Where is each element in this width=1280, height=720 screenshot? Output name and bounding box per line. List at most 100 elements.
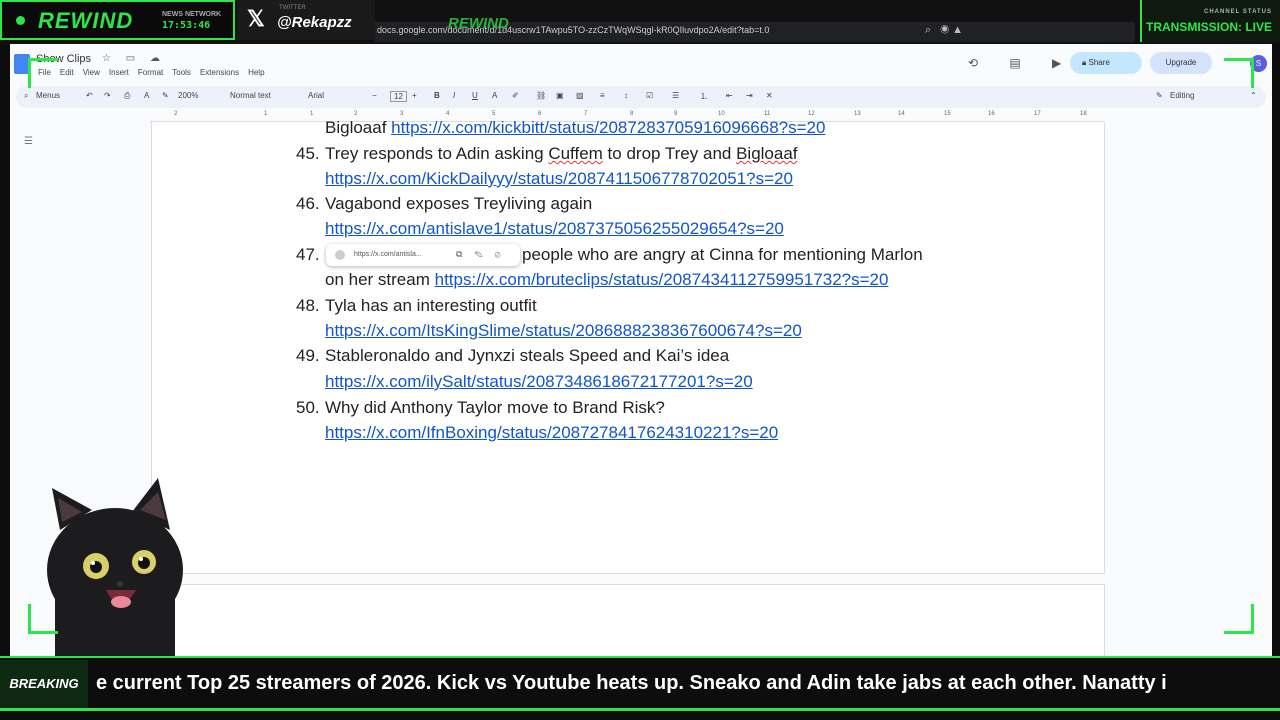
favicon-icon bbox=[335, 250, 345, 260]
clip-link[interactable]: https://x.com/ItsKingSlime/status/208688… bbox=[325, 321, 802, 341]
list-number: 45. bbox=[296, 144, 320, 163]
clock: 17:53:46 bbox=[162, 20, 211, 31]
search-icon[interactable]: ⌕ bbox=[24, 91, 28, 101]
decrease-size-icon[interactable]: − bbox=[372, 91, 377, 100]
list-item: people who are angry at Cinna for mentio… bbox=[522, 245, 923, 264]
twitter-handle: @Rekapzz bbox=[277, 14, 352, 31]
clip-link[interactable]: https://x.com/antislave1/status/20873750… bbox=[325, 219, 784, 239]
menu-insert[interactable]: Insert bbox=[109, 68, 129, 77]
menu-extensions[interactable]: Extensions bbox=[200, 68, 239, 77]
ruler-tick: 13 bbox=[854, 111, 861, 117]
image-icon[interactable]: ▨ bbox=[576, 91, 584, 100]
spellcheck-icon[interactable]: A bbox=[144, 91, 149, 100]
browser-extension-icons[interactable]: ⌕ ◉ ▲ bbox=[925, 24, 963, 37]
unlink-icon[interactable]: ⊘ bbox=[495, 249, 513, 259]
stream-frame: Show Clips ☆ ▭ ☁ File Edit View Insert F… bbox=[0, 0, 1280, 720]
cat-avatar bbox=[47, 478, 183, 660]
indent-decrease-icon[interactable]: ⇤ bbox=[726, 91, 733, 100]
undo-icon[interactable]: ↶ bbox=[86, 91, 93, 100]
font-select[interactable]: Arial bbox=[308, 91, 324, 100]
share-button[interactable]: 🔒︎ Share bbox=[1070, 52, 1142, 74]
link-popup-url[interactable]: https://x.com/antisla... bbox=[354, 251, 422, 258]
edit-link-icon[interactable]: ✎ bbox=[474, 249, 494, 259]
ruler-tick: 17 bbox=[1034, 111, 1041, 117]
menu-view[interactable]: View bbox=[83, 68, 100, 77]
font-size-input[interactable]: 12 bbox=[390, 91, 407, 102]
print-icon[interactable]: ⎙ bbox=[124, 91, 130, 101]
menu-help[interactable]: Help bbox=[248, 68, 264, 77]
clear-format-icon[interactable]: ✕ bbox=[766, 91, 773, 100]
docs-menu-bar: File Edit View Insert Format Tools Exten… bbox=[38, 68, 265, 77]
list-item: Stableronaldo and Jynxzi steals Speed an… bbox=[325, 346, 730, 365]
list-item: Vagabond exposes Treyliving again bbox=[325, 194, 593, 213]
clip-link[interactable]: https://x.com/kickbitt/status/2087283705… bbox=[391, 118, 825, 137]
ticker-underline bbox=[0, 708, 1280, 711]
history-icon[interactable]: ⟲ ▤ ▶ bbox=[968, 56, 1075, 70]
document-page-next[interactable] bbox=[151, 584, 1105, 664]
highlight-icon[interactable]: ✐ bbox=[512, 91, 519, 100]
brand-logo: REWIND bbox=[38, 8, 134, 33]
menus-label[interactable]: Menus bbox=[36, 91, 60, 100]
zoom-select[interactable]: 200% bbox=[178, 91, 198, 100]
ruler-tick: 6 bbox=[538, 111, 542, 117]
bullet-list-icon[interactable]: ☰ bbox=[672, 91, 679, 100]
copy-link-icon[interactable]: ⧉ bbox=[456, 249, 474, 259]
ruler-tick: 11 bbox=[764, 111, 771, 117]
ruler-tick: 18 bbox=[1080, 111, 1087, 117]
ruler-tick: 4 bbox=[446, 111, 450, 117]
bold-icon[interactable]: B bbox=[434, 91, 440, 100]
list-number: 48. bbox=[296, 296, 320, 315]
channel-status-label: CHANNEL STATUS bbox=[1204, 9, 1272, 15]
ruler-tick: 5 bbox=[492, 111, 496, 117]
frame-corner bbox=[1224, 58, 1254, 88]
clip-link[interactable]: https://x.com/IfnBoxing/status/208727841… bbox=[325, 423, 778, 443]
underline-icon[interactable]: U bbox=[472, 91, 478, 100]
line-spacing-icon[interactable]: ↕ bbox=[624, 91, 628, 100]
clip-link[interactable]: https://x.com/bruteclips/status/20874341… bbox=[435, 270, 889, 289]
ruler-tick: 8 bbox=[630, 111, 634, 117]
frame-corner bbox=[28, 604, 58, 634]
docs-toolbar: ⌕ Menus ↶ ↷ ⎙ A ✎ 200% Normal text Arial… bbox=[16, 86, 1266, 108]
collapse-icon[interactable]: ⌃ bbox=[1250, 91, 1257, 100]
list-item: Trey responds to Adin asking Cuffem to d… bbox=[325, 144, 798, 163]
checklist-icon[interactable]: ☑ bbox=[646, 91, 653, 100]
mode-select[interactable]: Editing bbox=[1170, 91, 1194, 100]
clip-link[interactable]: https://x.com/ilySalt/status/20873486186… bbox=[325, 372, 753, 392]
italic-icon[interactable]: I bbox=[453, 91, 455, 100]
upgrade-button[interactable]: Upgrade bbox=[1150, 52, 1212, 74]
ruler-tick: 10 bbox=[718, 111, 725, 117]
ruler-tick: 9 bbox=[674, 111, 678, 117]
text-color-icon[interactable]: A bbox=[492, 91, 497, 100]
menu-format[interactable]: Format bbox=[138, 68, 163, 77]
align-icon[interactable]: ≡ bbox=[600, 91, 605, 100]
ruler-tick: 7 bbox=[584, 111, 588, 117]
style-select[interactable]: Normal text bbox=[230, 91, 271, 100]
edit-mode-icon[interactable]: ✎ bbox=[1156, 91, 1163, 100]
list-number: 46. bbox=[296, 194, 320, 213]
ruler-tick: 12 bbox=[808, 111, 815, 117]
ruler-tick: 16 bbox=[988, 111, 995, 117]
clip-link[interactable]: https://x.com/KickDailyyy/status/2087411… bbox=[325, 169, 793, 189]
redo-icon[interactable]: ↷ bbox=[104, 91, 111, 100]
ruler-tick: 2 bbox=[354, 111, 358, 117]
stream-top-overlay: REWIND NEWS NETWORK 17:53:46 𝕏 TWITTER @… bbox=[0, 0, 1280, 44]
star-icon[interactable]: ☆ ▭ ☁ bbox=[102, 53, 166, 64]
indent-increase-icon[interactable]: ⇥ bbox=[746, 91, 753, 100]
menu-edit[interactable]: Edit bbox=[60, 68, 74, 77]
ruler-tick: 1 bbox=[264, 111, 268, 117]
list-number: 47. bbox=[296, 245, 320, 264]
docs-title-bar: Show Clips ☆ ▭ ☁ File Edit View Insert F… bbox=[10, 44, 1272, 88]
ruler-tick: 1 bbox=[310, 111, 314, 117]
paint-format-icon[interactable]: ✎ bbox=[162, 91, 169, 100]
numbered-list-icon[interactable]: ⒈ bbox=[700, 91, 708, 102]
menu-tools[interactable]: Tools bbox=[172, 68, 191, 77]
ticker-text: e current Top 25 streamers of 2026. Kick… bbox=[96, 672, 1167, 694]
list-item: Why did Anthony Taylor move to Brand Ris… bbox=[325, 398, 665, 417]
link-icon[interactable]: ⛓ bbox=[536, 91, 546, 100]
comment-icon[interactable]: ▣ bbox=[556, 91, 564, 100]
link-preview-popup: https://x.com/antisla... ⧉✎⊘ bbox=[326, 244, 520, 266]
address-url[interactable]: docs.google.com/document/d/1d4uscrw1TAwp… bbox=[377, 25, 769, 35]
list-item: Bigloaaf https://x.com/kickbitt/status/2… bbox=[325, 118, 826, 137]
outline-icon[interactable]: ☰ bbox=[24, 136, 33, 147]
increase-size-icon[interactable]: + bbox=[412, 91, 417, 100]
